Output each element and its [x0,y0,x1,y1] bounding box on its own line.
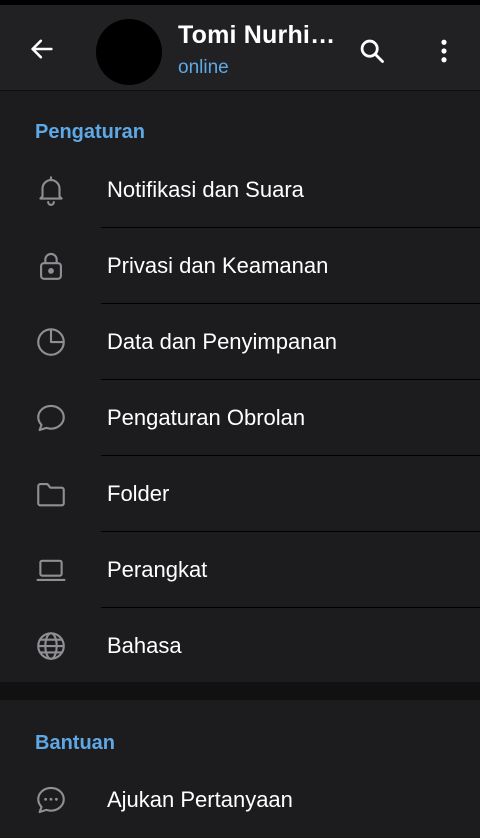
profile-name[interactable]: Tomi Nurhi… [178,21,338,50]
laptop-icon [33,552,69,588]
search-button[interactable] [352,31,392,71]
settings-item-label: Ajukan Pertanyaan [107,787,293,812]
chat-dots-icon [33,782,69,818]
settings-item-folder[interactable]: Folder [0,456,480,532]
settings-section: Pengaturan Notifikasi dan Suara Privasi … [0,92,480,682]
settings-item-label: Notifikasi dan Suara [107,177,304,202]
settings-item-ask-question[interactable]: Ajukan Pertanyaan [0,762,480,838]
settings-item-label: Data dan Penyimpanan [107,329,337,354]
chat-bubble-icon [33,400,69,436]
top-app-bar: Tomi Nurhi… online [0,0,480,91]
more-options-button[interactable] [424,31,464,71]
section-separator [0,682,480,700]
globe-icon [33,628,69,664]
lock-icon [33,248,69,284]
settings-item-privacy[interactable]: Privasi dan Keamanan [0,228,480,304]
settings-item-label: Privasi dan Keamanan [107,253,329,278]
pie-chart-icon [33,324,69,360]
settings-item-chat-settings[interactable]: Pengaturan Obrolan [0,380,480,456]
folder-icon [33,476,69,512]
arrow-left-icon [31,39,53,59]
section-title-help: Bantuan [35,732,115,754]
more-vertical-icon [441,39,447,63]
settings-item-label: Perangkat [107,557,208,582]
settings-item-label: Pengaturan Obrolan [107,405,306,430]
online-status: online [178,57,229,78]
settings-item-label: Bahasa [107,633,182,658]
settings-item-data-storage[interactable]: Data dan Penyimpanan [0,304,480,380]
bell-icon [33,172,69,208]
section-title-settings: Pengaturan [35,121,146,143]
search-icon [360,39,384,63]
avatar[interactable] [96,19,162,85]
help-section: Bantuan Ajukan Pertanyaan [0,700,480,823]
settings-item-devices[interactable]: Perangkat [0,532,480,608]
settings-item-label: Folder [107,481,170,506]
settings-item-notifications[interactable]: Notifikasi dan Suara [0,152,480,228]
settings-item-language[interactable]: Bahasa [0,608,480,684]
back-button[interactable] [22,29,62,69]
